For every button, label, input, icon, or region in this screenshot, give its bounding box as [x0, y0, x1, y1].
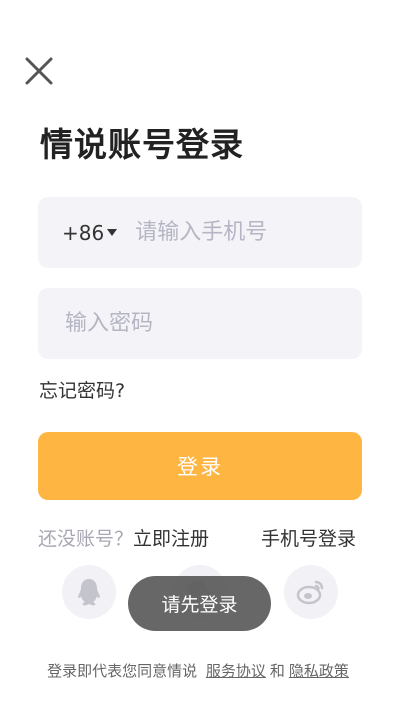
qq-login-button[interactable] [62, 565, 116, 619]
login-button[interactable]: 登录 [38, 432, 362, 500]
forgot-password-link[interactable]: 忘记密码? [39, 376, 125, 403]
close-icon [25, 57, 53, 85]
password-input[interactable] [63, 310, 347, 337]
register-row: 还没账号？立即注册 [38, 524, 209, 551]
service-agreement-link[interactable]: 服务协议 [206, 662, 266, 680]
weibo-icon [296, 580, 324, 605]
chevron-down-icon [107, 229, 118, 236]
page-title: 情说账号登录 [40, 125, 244, 164]
privacy-policy-link[interactable]: 隐私政策 [289, 662, 349, 680]
agreement-prefix: 登录即代表您同意情说 [47, 662, 198, 680]
phone-login-link[interactable]: 手机号登录 [261, 524, 356, 551]
country-code-select[interactable]: +86 [62, 220, 118, 245]
agreement-and: 和 [269, 662, 285, 680]
register-prompt: 还没账号？ [38, 528, 134, 550]
phone-field[interactable]: +86 [38, 197, 362, 268]
weibo-login-button[interactable] [284, 565, 338, 619]
phone-input[interactable] [133, 219, 358, 246]
toast-message: 请先登录 [128, 576, 271, 631]
agreement-text: 登录即代表您同意情说 服务协议和隐私政策 [0, 660, 400, 681]
register-link[interactable]: 立即注册 [133, 528, 209, 550]
qq-icon [78, 579, 100, 606]
close-button[interactable] [22, 54, 56, 88]
password-field[interactable] [38, 288, 362, 359]
country-code-label: +86 [62, 220, 105, 245]
